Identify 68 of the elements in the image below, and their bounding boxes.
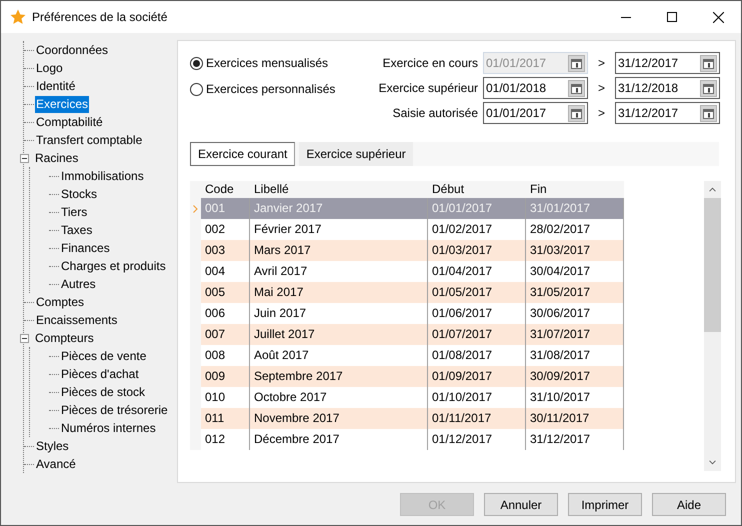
dialog-button[interactable]: Annuler [484, 493, 558, 516]
column-header[interactable]: Code [201, 181, 250, 198]
tree-item[interactable]: Numéros internes [60, 420, 157, 436]
calendar-icon[interactable] [700, 54, 717, 72]
dialog-button[interactable]: Imprimer [568, 493, 642, 516]
table-row[interactable]: 009 Septembre 2017 01/09/2017 30/09/2017 [201, 366, 624, 387]
radio-option[interactable]: Exercices personnalisés [190, 80, 372, 98]
radio-button[interactable] [190, 56, 203, 70]
star-icon [10, 9, 26, 25]
field-label: Saisie autorisée [392, 105, 479, 122]
table-row[interactable]: 003 Mars 2017 01/03/2017 31/03/2017 [201, 240, 624, 261]
column-header[interactable]: Libellé [250, 181, 428, 198]
field-label: Exercice en cours [382, 55, 479, 72]
column-header[interactable]: Début [428, 181, 526, 198]
field-label: Exercice supérieur [378, 80, 479, 97]
table-row[interactable]: 007 Juillet 2017 01/07/2017 31/07/2017 [201, 324, 624, 345]
tree-item[interactable]: Autres [60, 276, 97, 292]
range-separator: > [596, 105, 606, 122]
calendar-icon[interactable] [568, 104, 585, 122]
collapse-icon[interactable] [20, 334, 29, 342]
scrollbar[interactable] [704, 181, 721, 471]
date-field[interactable]: 01/01/2018 [483, 77, 588, 99]
window-title: Préférences de la société [32, 9, 168, 26]
tree-item[interactable]: Compteurs [34, 330, 95, 346]
calendar-icon[interactable] [700, 80, 717, 96]
calendar-icon[interactable] [700, 104, 717, 122]
date-field[interactable]: 01/01/2017 [483, 102, 588, 124]
tree-item[interactable]: Stocks [60, 186, 98, 202]
tree-item[interactable]: Finances [60, 240, 111, 256]
dialog-button[interactable]: Aide [652, 493, 726, 516]
table-cell: Décembre 2017 [250, 429, 428, 450]
collapse-icon[interactable] [20, 154, 29, 162]
tree-item[interactable]: Charges et produits [60, 258, 167, 274]
column-header[interactable]: Fin [526, 181, 624, 198]
tree-item[interactable]: Pièces de stock [60, 384, 146, 400]
radio-option[interactable]: Exercices mensualisés [190, 54, 372, 72]
tree-item[interactable]: Tiers [60, 204, 88, 220]
tree-item[interactable]: Styles [35, 438, 70, 454]
date-field[interactable]: 31/12/2017 [615, 102, 720, 124]
tree-item[interactable]: Identité [35, 78, 76, 94]
calendar-icon[interactable] [568, 80, 585, 96]
table-row[interactable]: 011 Novembre 2017 01/11/2017 30/11/2017 [201, 408, 624, 429]
tree-item[interactable]: Comptabilité [35, 114, 104, 130]
tree-item[interactable]: Avancé [35, 456, 77, 472]
tree-item[interactable]: Pièces de trésorerie [60, 402, 169, 418]
tree-item[interactable]: Coordonnées [35, 42, 110, 58]
tree-item[interactable]: Racines [34, 150, 80, 166]
table-row[interactable]: 005 Mai 2017 01/05/2017 31/05/2017 [201, 282, 624, 303]
tree-item[interactable]: Comptes [35, 294, 86, 310]
row-pointer-icon [193, 204, 198, 212]
tree-item[interactable]: Transfert comptable [35, 132, 144, 148]
tree-item[interactable]: Pièces de vente [60, 348, 148, 364]
tree-item[interactable]: Taxes [60, 222, 94, 238]
date-field[interactable]: 31/12/2017 [615, 52, 720, 74]
range-separator: > [596, 55, 606, 72]
table-cell: 012 [201, 429, 250, 450]
radio-button[interactable] [190, 82, 203, 96]
tree-item[interactable]: Encaissements [35, 312, 118, 328]
tree-item[interactable]: Logo [35, 60, 64, 76]
date-field[interactable]: 31/12/2018 [615, 77, 720, 99]
tab[interactable]: Exercice courant [190, 142, 296, 166]
table-cell: 31/12/2017 [526, 429, 624, 450]
tree-item[interactable]: Exercices [35, 96, 90, 112]
range-separator: > [596, 80, 606, 97]
tree-item[interactable]: Pièces d'achat [60, 366, 140, 382]
tab[interactable]: Exercice supérieur [299, 142, 413, 166]
table-cell: 01/12/2017 [428, 429, 526, 450]
tree-item[interactable]: Immobilisations [60, 168, 145, 184]
